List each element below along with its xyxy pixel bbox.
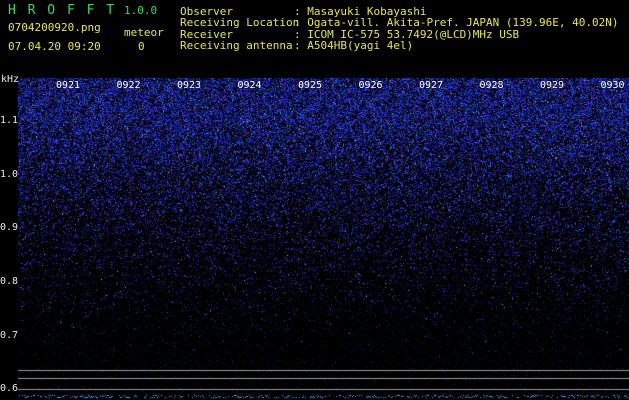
app-version: 1.0.0 <box>124 4 158 17</box>
y-tick-label: 0.7 <box>0 329 19 341</box>
time-label: 0922 <box>116 80 141 91</box>
spectrogram-canvas <box>18 78 629 400</box>
time-label: 0924 <box>237 80 262 91</box>
time-label: 0930 <box>600 80 625 91</box>
time-label: 0927 <box>419 80 444 91</box>
time-label: 0923 <box>177 80 202 91</box>
app-title: H R O F F T <box>8 3 117 18</box>
location-value: : Ogata-vill. Akita-Pref. JAPAN (139.96E… <box>294 16 619 29</box>
time-label: 0929 <box>540 80 565 91</box>
y-tick-label: 0.8 <box>0 275 19 287</box>
time-label: 0926 <box>358 80 383 91</box>
datetime: 07.04.20 09:20 <box>8 40 101 53</box>
location-label: Receiving Location <box>180 16 300 29</box>
y-tick-label: 1.0 <box>0 168 19 180</box>
meteor-count: 0 <box>138 40 145 53</box>
time-label: 0925 <box>298 80 323 91</box>
y-tick-label: 0.6 <box>0 383 19 395</box>
time-label: 0928 <box>479 80 504 91</box>
antenna-label: Receiving antenna <box>180 39 293 52</box>
time-label: 0921 <box>56 80 81 91</box>
spectrogram: 0921 0922 0923 0924 0925 0926 0927 0928 0929 0930 <box>18 78 629 400</box>
meteor-label: meteor <box>124 26 164 39</box>
y-axis-unit: kHz <box>1 74 20 85</box>
y-tick-label: 0.9 <box>0 222 19 234</box>
antenna-value: : A504HB(yagi 4el) <box>294 39 414 52</box>
y-tick-label: 1.1 <box>0 114 19 126</box>
file-name: 0704200920.png <box>8 21 101 34</box>
